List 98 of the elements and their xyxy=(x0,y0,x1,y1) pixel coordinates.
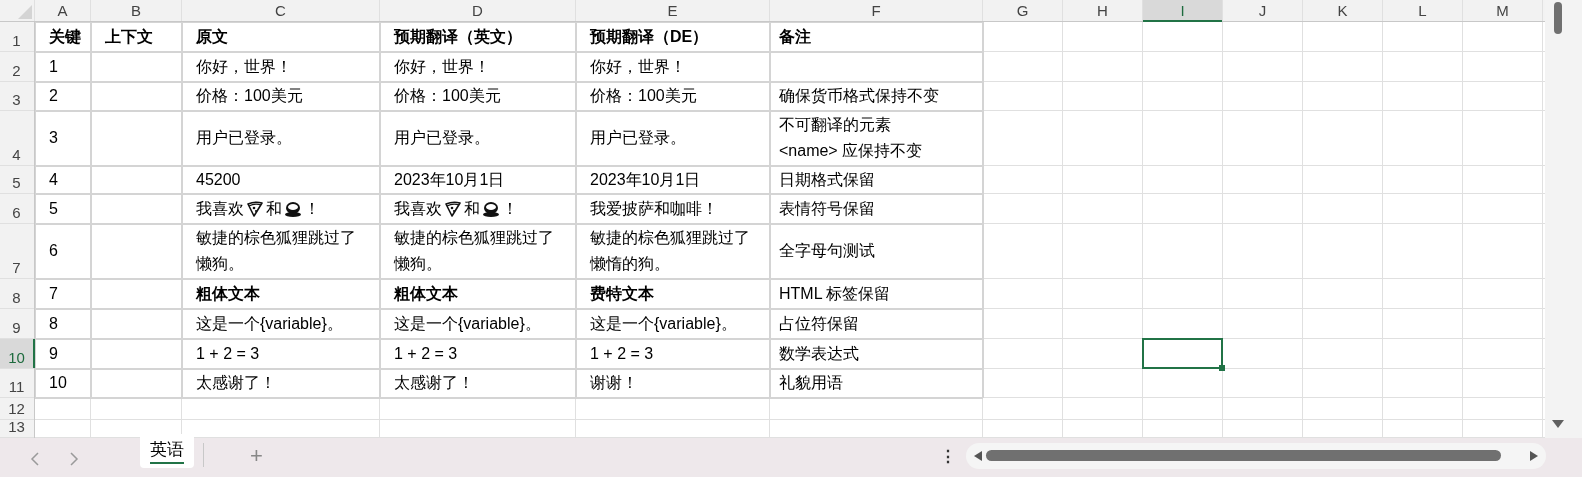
table-cell-text: 5 xyxy=(49,198,58,219)
table-cell-text: 这是一个{variable}。 xyxy=(590,313,737,334)
row-header[interactable]: 1 xyxy=(0,22,33,50)
table-cell-text: 用户已登录。 xyxy=(590,128,686,148)
table-cell-text: 6 xyxy=(49,241,58,261)
scroll-left-icon[interactable] xyxy=(974,451,982,461)
table-cell-text: 不可翻译的元素 <name> 应保持不变 xyxy=(779,115,923,161)
table-cell-text: 价格：100美元 xyxy=(196,86,303,106)
column-header[interactable]: M xyxy=(1463,1,1542,21)
table-cell-text: 你好，世界！ xyxy=(196,56,292,77)
table-cell-text: 费特文本 xyxy=(590,283,654,304)
column-header[interactable]: F xyxy=(770,1,982,21)
column-header[interactable]: G xyxy=(983,1,1062,21)
table-cell-text: 我爱披萨和咖啡！ xyxy=(590,198,718,219)
row-header[interactable]: 9 xyxy=(0,309,33,337)
row-header[interactable]: 7 xyxy=(0,224,33,277)
table-cell-text: 敏捷的棕色狐狸跳过了懒狗。 xyxy=(196,228,357,274)
column-header[interactable]: B xyxy=(91,1,181,21)
table-cell-text: 1 + 2 = 3 xyxy=(590,343,654,364)
table-cell-text: 粗体文本 xyxy=(196,283,260,304)
column-header[interactable]: E xyxy=(576,1,769,21)
row-header[interactable]: 11 xyxy=(0,369,33,396)
coffee-cup-icon xyxy=(284,199,302,218)
table-cell-text: 7 xyxy=(49,283,58,304)
horizontal-scrollbar[interactable] xyxy=(966,443,1546,469)
table-cell-text: HTML 标签保留 xyxy=(779,283,891,304)
row-header[interactable]: 2 xyxy=(0,52,33,80)
table-cell-text: 数学表达式 xyxy=(779,343,859,364)
pizza-slice-icon xyxy=(444,199,462,218)
scroll-right-icon[interactable] xyxy=(1530,451,1538,461)
table-cell-text: 表情符号保留 xyxy=(779,198,875,219)
table-cell-text: 10 xyxy=(49,373,67,393)
row-header[interactable]: 5 xyxy=(0,166,33,192)
table-cell-text: 原文 xyxy=(196,26,228,47)
row-header[interactable]: 12 xyxy=(0,398,33,418)
table-cell-text: 2023年10月1日 xyxy=(590,169,701,190)
scrollbar-thumb[interactable] xyxy=(1554,2,1562,34)
row-header[interactable]: 4 xyxy=(0,111,33,164)
scroll-down-icon[interactable] xyxy=(1552,420,1564,429)
table-cell-text: 确保货币格式保持不变 xyxy=(779,86,939,106)
row-header[interactable]: 13 xyxy=(0,420,33,436)
table-cell-text: 1 + 2 = 3 xyxy=(196,343,260,364)
table-cell-text: 你好，世界！ xyxy=(394,56,490,77)
table-cell-text: 45200 xyxy=(196,169,241,190)
table-cell-text: 预期翻译（英文） xyxy=(394,26,522,47)
column-header[interactable]: I xyxy=(1143,1,1222,21)
table-cell-text: 关键 xyxy=(49,26,81,47)
table-cell-text: 4 xyxy=(49,169,58,190)
table-cell-text: 敏捷的棕色狐狸跳过了懒狗。 xyxy=(394,228,555,274)
table-cell-text: 1 xyxy=(49,56,58,77)
column-header[interactable]: A xyxy=(35,1,90,21)
table-cell-text: 价格：100美元 xyxy=(590,86,697,106)
row-header[interactable]: 8 xyxy=(0,279,33,307)
row-header[interactable]: 10 xyxy=(0,339,33,367)
table-cell-text: 太感谢了！ xyxy=(394,373,474,393)
column-header[interactable]: D xyxy=(380,1,575,21)
column-header[interactable]: J xyxy=(1223,1,1302,21)
previous-sheet-icon[interactable] xyxy=(30,452,40,466)
table-cell-text: 敏捷的棕色狐狸跳过了懒惰的狗。 xyxy=(590,228,751,274)
table-cell-text: 3 xyxy=(49,128,58,148)
table-cell-text: 用户已登录。 xyxy=(196,128,292,148)
table-cell-text: 上下文 xyxy=(105,26,153,47)
table-cell-text: 这是一个{variable}。 xyxy=(394,313,541,334)
table-cell-text: 备注 xyxy=(779,26,811,47)
row-header[interactable]: 3 xyxy=(0,82,33,109)
table-cell-text: 2 xyxy=(49,86,58,106)
pizza-slice-icon xyxy=(246,199,264,218)
table-cell-text: 9 xyxy=(49,343,58,364)
next-sheet-icon[interactable] xyxy=(69,452,79,466)
coffee-cup-icon xyxy=(482,199,500,218)
column-header[interactable]: H xyxy=(1063,1,1142,21)
table-cell-text: 全字母句测试 xyxy=(779,241,875,261)
table-cell-text: 礼貌用语 xyxy=(779,373,843,393)
table-cell-text: 你好，世界！ xyxy=(590,56,686,77)
table-cell-text: 粗体文本 xyxy=(394,283,458,304)
table-cell-text: 太感谢了！ xyxy=(196,373,276,393)
table-cell-text: 我喜欢 和 ！ xyxy=(196,198,320,220)
table-cell-text: 用户已登录。 xyxy=(394,128,490,148)
fill-handle[interactable] xyxy=(1219,365,1225,371)
column-header[interactable]: K xyxy=(1303,1,1382,21)
scrollbar-thumb[interactable] xyxy=(986,450,1501,461)
more-menu-button[interactable]: ⋮ xyxy=(940,447,956,467)
table-cell-text: 我喜欢 和 ！ xyxy=(394,198,518,220)
table-cell-text: 占位符保留 xyxy=(779,313,859,334)
row-header[interactable]: 6 xyxy=(0,194,33,222)
table-cell-text: 预期翻译（DE） xyxy=(590,26,709,47)
table-cell-text: 谢谢！ xyxy=(590,373,638,393)
table-cell-text: 1 + 2 = 3 xyxy=(394,343,458,364)
table-cell-text: 2023年10月1日 xyxy=(394,169,505,190)
column-header[interactable]: C xyxy=(182,1,379,21)
table-cell-text: 8 xyxy=(49,313,58,334)
table-cell-text: 这是一个{variable}。 xyxy=(196,313,343,334)
sheet-tab[interactable]: 英语 xyxy=(140,434,194,468)
vertical-scrollbar[interactable] xyxy=(1545,0,1582,438)
selected-cell[interactable] xyxy=(1142,338,1223,369)
column-header[interactable]: L xyxy=(1383,1,1462,21)
table-cell-text: 价格：100美元 xyxy=(394,86,501,106)
table-cell-text: 日期格式保留 xyxy=(779,169,875,190)
